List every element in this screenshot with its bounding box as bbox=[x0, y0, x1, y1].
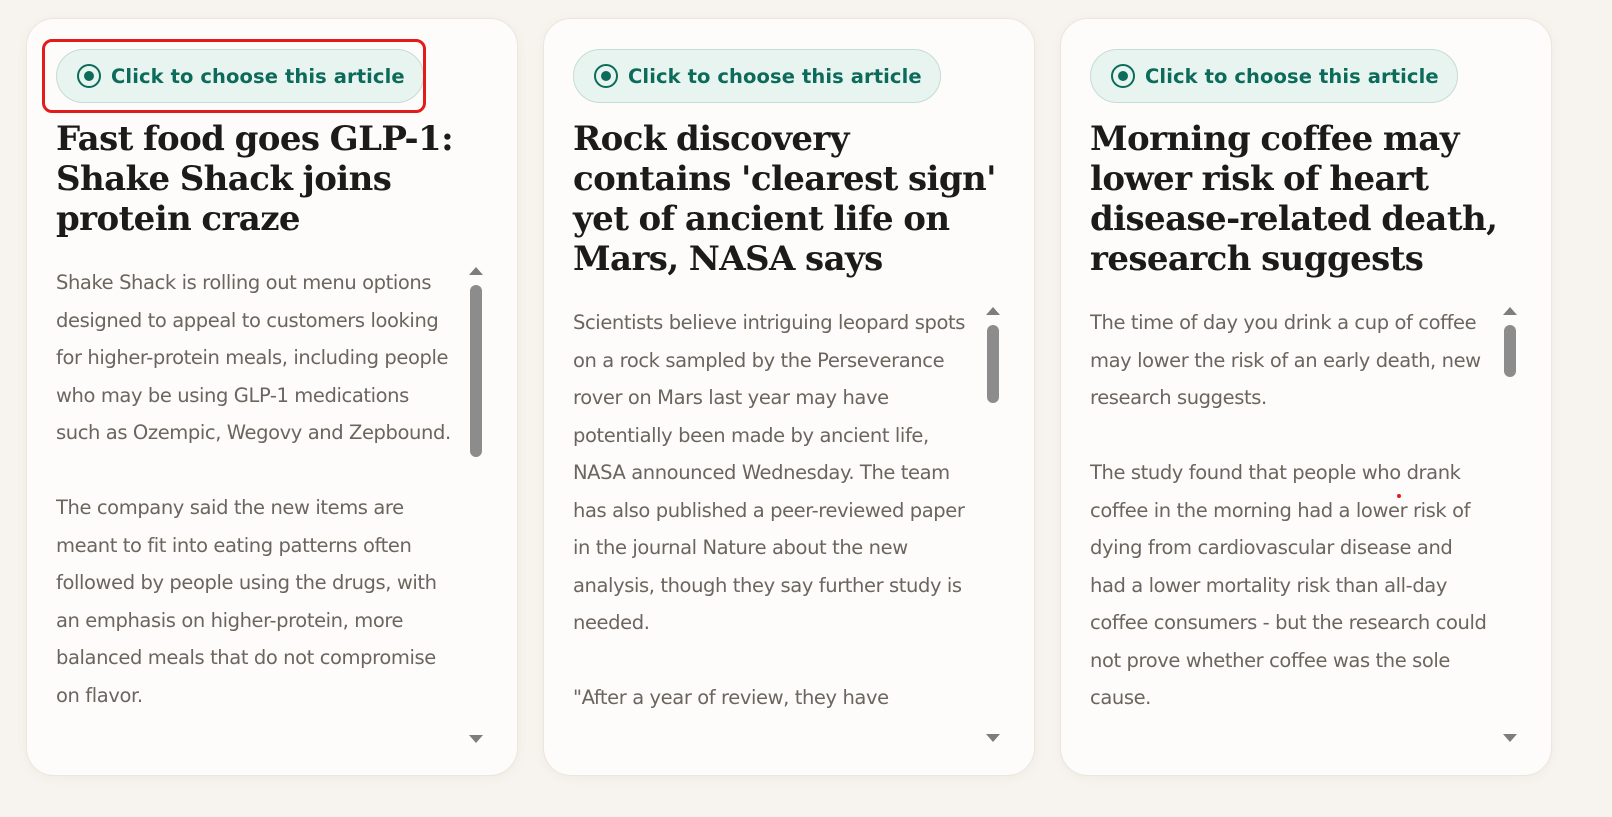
scroll-up-arrow-icon[interactable] bbox=[986, 307, 1000, 315]
article-title: Fast food goes GLP-1: Shake Shack joins … bbox=[56, 119, 454, 239]
scroll-up-arrow-icon[interactable] bbox=[1503, 307, 1517, 315]
choose-article-label: Click to choose this article bbox=[111, 64, 405, 88]
article-card-3: Click to choose this article Morning cof… bbox=[1060, 18, 1552, 776]
scroll-thumb[interactable] bbox=[1504, 325, 1516, 377]
article-card-1: Click to choose this article Fast food g… bbox=[26, 18, 518, 776]
choose-article-label: Click to choose this article bbox=[1145, 64, 1439, 88]
scrollbar[interactable] bbox=[1503, 307, 1517, 742]
scroll-down-arrow-icon[interactable] bbox=[469, 735, 483, 743]
article-card-2: Click to choose this article Rock discov… bbox=[543, 18, 1035, 776]
choose-article-button[interactable]: Click to choose this article bbox=[573, 49, 941, 103]
article-title: Rock discovery contains 'clearest sign' … bbox=[573, 119, 997, 279]
radio-selected-icon bbox=[594, 64, 618, 88]
article-body-scroll[interactable]: Shake Shack is rolling out menu options … bbox=[56, 264, 456, 755]
article-body: Scientists believe intriguing leopard sp… bbox=[573, 311, 965, 709]
choose-article-label: Click to choose this article bbox=[628, 64, 922, 88]
article-title: Morning coffee may lower risk of heart d… bbox=[1090, 119, 1498, 279]
cursor-dot bbox=[1397, 494, 1401, 498]
scroll-down-arrow-icon[interactable] bbox=[986, 734, 1000, 742]
article-body: Shake Shack is rolling out menu options … bbox=[56, 271, 451, 707]
article-cards: Click to choose this article Fast food g… bbox=[26, 18, 1552, 776]
article-body-scroll[interactable]: The time of day you drink a cup of coffe… bbox=[1090, 304, 1490, 755]
scroll-up-arrow-icon[interactable] bbox=[469, 267, 483, 275]
scroll-down-arrow-icon[interactable] bbox=[1503, 734, 1517, 742]
choose-article-button[interactable]: Click to choose this article bbox=[56, 49, 424, 103]
article-body-scroll[interactable]: Scientists believe intriguing leopard sp… bbox=[573, 304, 973, 755]
radio-selected-icon bbox=[77, 64, 101, 88]
choose-article-button[interactable]: Click to choose this article bbox=[1090, 49, 1458, 103]
scrollbar[interactable] bbox=[469, 267, 483, 743]
scroll-thumb[interactable] bbox=[987, 325, 999, 403]
scroll-thumb[interactable] bbox=[470, 285, 482, 457]
radio-selected-icon bbox=[1111, 64, 1135, 88]
scrollbar[interactable] bbox=[986, 307, 1000, 742]
article-body: The time of day you drink a cup of coffe… bbox=[1090, 311, 1487, 709]
